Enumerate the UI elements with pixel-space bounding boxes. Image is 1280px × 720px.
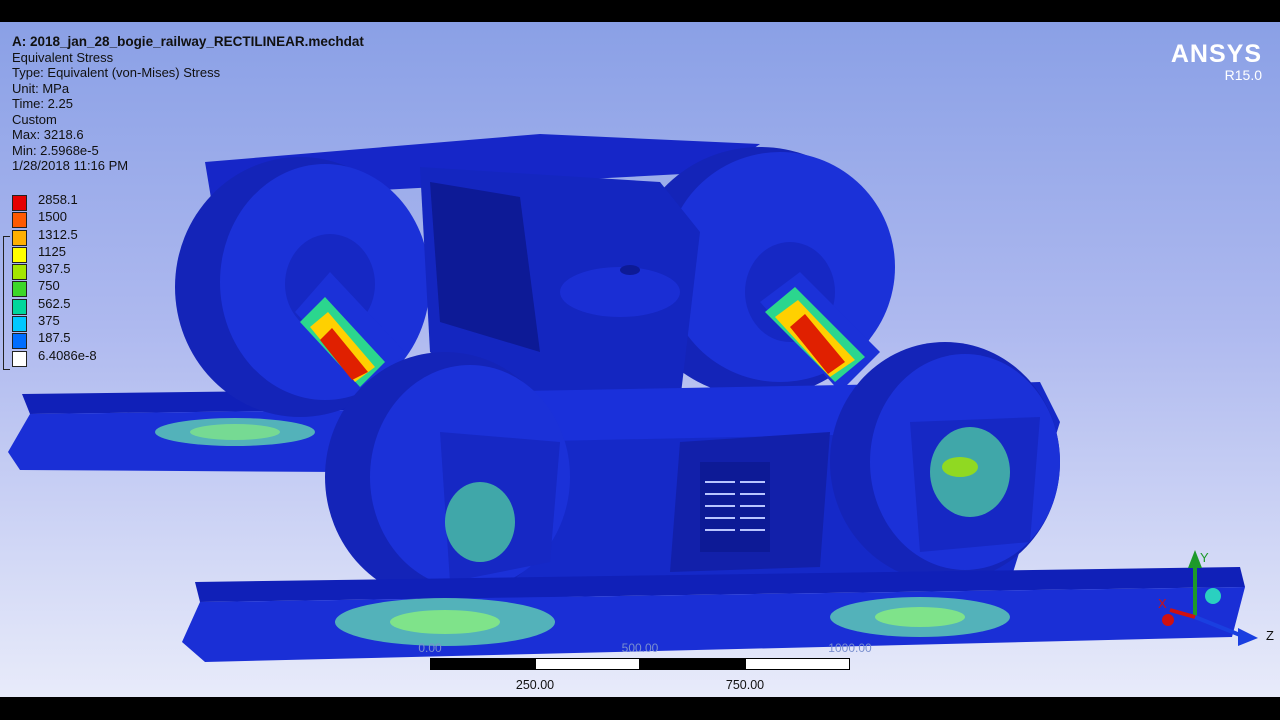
result-time: Time: 2.25 [12, 96, 73, 111]
scale-segment [430, 658, 535, 670]
scale-segment [745, 658, 850, 670]
x-axis-head [1162, 614, 1174, 626]
x-axis-arrow [1169, 608, 1196, 619]
legend-swatch [12, 264, 27, 281]
scale-ghost-label: 1000.00 [828, 641, 872, 655]
model-file-title: A: 2018_jan_28_bogie_railway_RECTILINEAR… [12, 34, 364, 49]
ansys-logo: ANSYS R15.0 [1171, 40, 1262, 83]
legend-swatch [12, 333, 27, 350]
legend-swatch [12, 246, 27, 263]
triad-iso-ball[interactable] [1205, 588, 1221, 604]
legend-value: 1125 [38, 243, 66, 259]
video-frame: A: 2018_jan_28_bogie_railway_RECTILINEAR… [0, 0, 1280, 720]
x-axis-label: X [1158, 596, 1167, 611]
legend-value: 375 [38, 313, 60, 329]
scale-ghost-label: 500.00 [621, 641, 659, 655]
legend-value: 750 [38, 278, 60, 294]
legend-swatch [12, 229, 27, 246]
graphics-viewport[interactable]: A: 2018_jan_28_bogie_railway_RECTILINEAR… [0, 22, 1280, 697]
legend-value: 562.5 [38, 295, 71, 311]
legend-value: 187.5 [38, 330, 71, 346]
legend-value: 1500 [38, 209, 67, 225]
z-axis-label: Z [1266, 628, 1274, 643]
result-type: Type: Equivalent (von-Mises) Stress [12, 65, 221, 80]
brand-name: ANSYS [1170, 40, 1262, 68]
legend-bracket [3, 236, 10, 370]
coordinate-triad[interactable]: Y X Z [1150, 532, 1280, 652]
result-unit: Unit: MPa [12, 80, 70, 96]
result-max: Max: 3218.6 [12, 127, 84, 142]
legend-value: 1312.5 [38, 226, 78, 242]
legend-swatch [12, 281, 27, 298]
front-rail [182, 567, 1245, 662]
result-info-panel: A: 2018_jan_28_bogie_railway_RECTILINEAR… [12, 34, 364, 174]
scale-segment [535, 658, 640, 670]
legend-swatch [12, 212, 27, 229]
legend-swatch [12, 195, 27, 211]
legend-mode: Custom [12, 111, 57, 127]
scale-ghost-label: 0.00 [418, 641, 442, 655]
legend-swatch [12, 298, 27, 315]
result-timestamp: 1/28/2018 11:16 PM [12, 158, 129, 173]
y-axis-label: Y [1200, 550, 1209, 565]
legend-value: 2858.1 [38, 192, 78, 207]
legend-value: 6.4086e-8 [38, 347, 97, 363]
brand-version: R15.0 [1224, 67, 1262, 83]
legend-swatch [12, 350, 27, 367]
scale-segment [640, 658, 745, 670]
z-axis-arrow [1194, 615, 1246, 639]
legend-value: 937.5 [38, 261, 71, 277]
front-right-wheel [830, 342, 1060, 582]
result-name: Equivalent Stress [12, 49, 114, 65]
scale-label-750: 750.00 [725, 678, 765, 692]
result-min: Min: 2.5968e-5 [12, 142, 99, 158]
scale-label-250: 250.00 [515, 678, 555, 692]
legend-swatch [12, 316, 27, 333]
z-axis-head [1238, 628, 1258, 646]
